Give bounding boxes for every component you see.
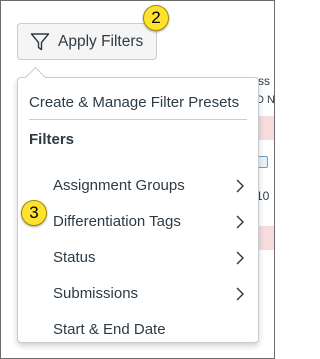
menu-item-label: Submissions <box>53 285 139 302</box>
chevron-right-icon <box>236 215 244 229</box>
funnel-icon <box>30 33 50 51</box>
menu-item-label: Status <box>53 249 96 266</box>
step-badge-3: 3 <box>21 200 47 226</box>
bg-column-header-fragment: ss <box>258 74 270 88</box>
menu-item-assignment-groups[interactable]: Assignment Groups <box>18 169 258 203</box>
filters-heading: Filters <box>29 131 75 148</box>
menu-item-label: Start & End Date <box>53 321 166 338</box>
menu-item-start-end-date[interactable]: Start & End Date <box>18 313 258 347</box>
menu-divider <box>29 119 247 120</box>
filter-menu: Create & Manage Filter Presets Filters A… <box>17 77 259 343</box>
menu-item-submissions[interactable]: Submissions <box>18 277 258 311</box>
menu-item-label: Assignment Groups <box>53 177 185 194</box>
step-badge-2: 2 <box>143 5 169 31</box>
menu-item-status[interactable]: Status <box>18 241 258 275</box>
menu-item-differentiation-tags[interactable]: Differentiation Tags <box>18 205 258 239</box>
presets-label: Create & Manage Filter Presets <box>29 94 240 111</box>
apply-filters-label: Apply Filters <box>58 33 144 50</box>
create-manage-presets-item[interactable]: Create & Manage Filter Presets <box>18 86 258 120</box>
menu-item-label: Differentiation Tags <box>53 213 181 230</box>
chevron-right-icon <box>236 251 244 265</box>
apply-filters-button[interactable]: Apply Filters <box>17 23 157 60</box>
chevron-right-icon <box>236 287 244 301</box>
chevron-right-icon <box>236 179 244 193</box>
